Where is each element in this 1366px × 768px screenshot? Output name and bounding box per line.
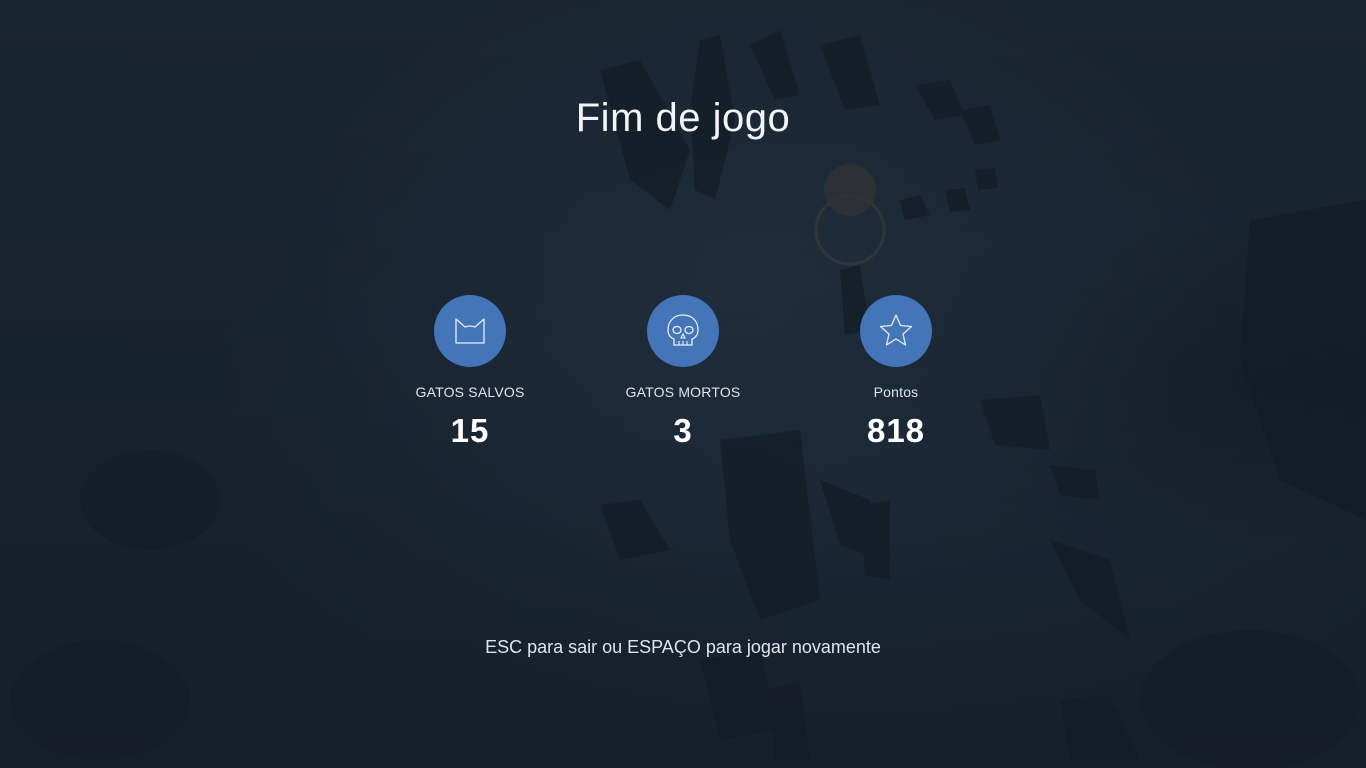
- stat-value: 3: [673, 412, 693, 449]
- cat-icon: [455, 318, 485, 344]
- stat-gatos-salvos: GATOS SALVOS 15: [370, 295, 570, 450]
- stat-label: Pontos: [873, 384, 919, 400]
- skull-icon: [667, 314, 699, 346]
- stat-pontos: Pontos 818: [796, 295, 996, 450]
- stat-label: GATOS SALVOS: [415, 384, 525, 400]
- game-over-screen: Fim de jogo GATOS SALVOS 15 GATOS MORTOS…: [0, 0, 1366, 768]
- stat-badge: [434, 295, 506, 367]
- stat-gatos-mortos: GATOS MORTOS 3: [583, 295, 783, 450]
- stat-badge: [647, 295, 719, 367]
- stat-label: GATOS MORTOS: [625, 384, 741, 400]
- controls-hint: ESC para sair ou ESPAÇO para jogar novam…: [485, 637, 881, 657]
- stat-value: 15: [450, 412, 490, 449]
- stat-badge: [860, 295, 932, 367]
- star-icon: [879, 314, 913, 346]
- page-title: Fim de jogo: [575, 96, 791, 140]
- stat-value: 818: [866, 412, 926, 449]
